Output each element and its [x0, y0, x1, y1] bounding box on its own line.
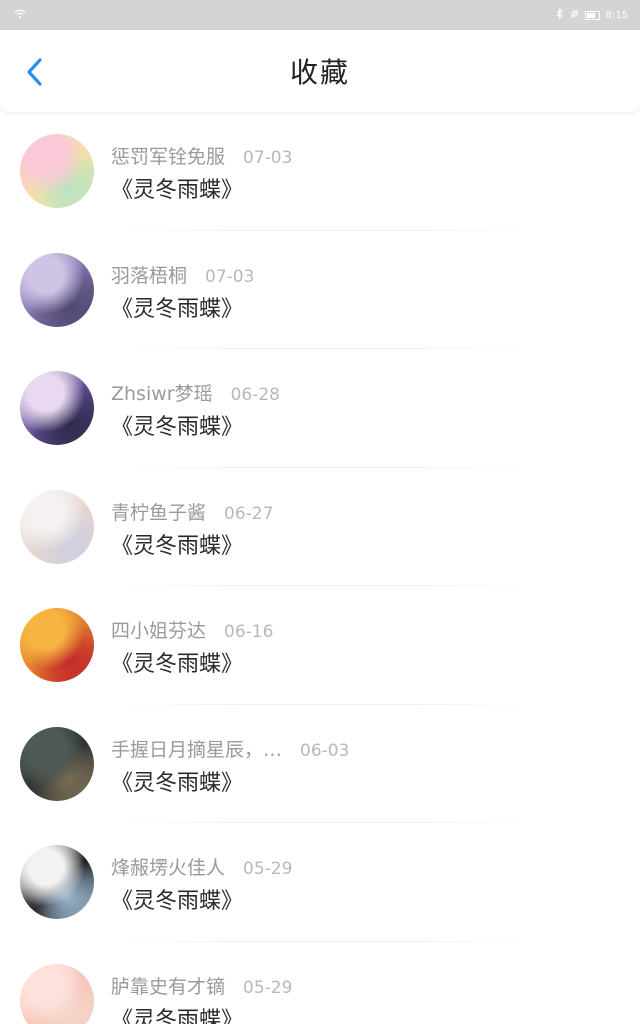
status-right: 8:15 [556, 7, 628, 22]
item-meta: 四小姐芬达 06-16 [111, 616, 274, 643]
avatar[interactable] [20, 963, 94, 1024]
work-title[interactable]: 《灵冬雨蝶》 [111, 409, 280, 441]
mute-icon [570, 9, 579, 22]
avatar[interactable] [20, 845, 94, 919]
item-meta: 惩罚军铨免服 07-03 [111, 142, 293, 169]
work-title[interactable]: 《灵冬雨蝶》 [111, 765, 349, 797]
top-bar: 收藏 [0, 30, 640, 112]
item-text: 烽赧塄火佳人 05-29 《灵冬雨蝶》 [111, 853, 292, 915]
item-date: 06-03 [300, 740, 350, 761]
item-text: Zhsiwr梦瑶 06-28 《灵冬雨蝶》 [111, 379, 280, 441]
avatar[interactable] [20, 134, 94, 208]
work-title[interactable]: 《灵冬雨蝶》 [111, 883, 292, 915]
avatar[interactable] [20, 489, 94, 564]
back-button[interactable] [18, 54, 54, 90]
work-title[interactable]: 《灵冬雨蝶》 [111, 528, 273, 560]
item-meta: 羽落梧桐 07-03 [111, 261, 255, 288]
user-name[interactable]: 四小姐芬达 [111, 616, 206, 643]
list-item[interactable]: 青柠鱼子酱 06-27 《灵冬雨蝶》 [0, 468, 640, 587]
item-meta: 青柠鱼子酱 06-27 [111, 498, 274, 525]
item-date: 06-16 [224, 622, 274, 642]
list-item[interactable]: 胪靠史有才镝 05-29 《灵冬雨蝶》 [0, 942, 640, 1024]
avatar[interactable] [20, 371, 94, 445]
work-title[interactable]: 《灵冬雨蝶》 [111, 291, 254, 323]
chevron-left-icon [27, 58, 42, 86]
avatar[interactable] [20, 608, 94, 682]
avatar[interactable] [20, 252, 94, 327]
item-date: 07-03 [205, 266, 255, 287]
item-meta: 胪靠史有才镝 05-29 [111, 972, 293, 999]
wifi-icon [14, 9, 26, 22]
user-name[interactable]: 手握日月摘星辰，… [111, 735, 282, 762]
page-title: 收藏 [289, 56, 350, 89]
item-meta: 烽赧塄火佳人 05-29 [111, 853, 293, 880]
user-name[interactable]: 羽落梧桐 [111, 261, 187, 288]
work-title[interactable]: 《灵冬雨蝶》 [111, 172, 292, 204]
item-date: 05-29 [243, 977, 293, 998]
user-name[interactable]: 惩罚军铨免服 [111, 142, 225, 169]
item-meta: 手握日月摘星辰，… 06-03 [111, 735, 350, 762]
status-time: 8:15 [605, 9, 628, 21]
item-date: 07-03 [243, 148, 293, 168]
list-item[interactable]: 四小姐芬达 06-16 《灵冬雨蝶》 [0, 586, 640, 705]
item-text: 手握日月摘星辰，… 06-03 《灵冬雨蝶》 [111, 735, 349, 797]
user-name[interactable]: 青柠鱼子酱 [111, 498, 206, 525]
list-item[interactable]: 羽落梧桐 07-03 《灵冬雨蝶》 [0, 231, 640, 350]
work-title[interactable]: 《灵冬雨蝶》 [111, 646, 273, 678]
item-meta: Zhsiwr梦瑶 06-28 [111, 379, 280, 406]
item-date: 06-27 [224, 503, 274, 524]
user-name[interactable]: Zhsiwr梦瑶 [111, 379, 213, 406]
bluetooth-icon [556, 7, 564, 22]
item-text: 四小姐芬达 06-16 《灵冬雨蝶》 [111, 616, 273, 678]
item-text: 羽落梧桐 07-03 《灵冬雨蝶》 [111, 261, 254, 323]
user-name[interactable]: 胪靠史有才镝 [111, 972, 225, 999]
item-text: 胪靠史有才镝 05-29 《灵冬雨蝶》 [111, 972, 292, 1024]
list-item[interactable]: Zhsiwr梦瑶 06-28 《灵冬雨蝶》 [0, 349, 640, 468]
list-item[interactable]: 惩罚军铨免服 07-03 《灵冬雨蝶》 [0, 112, 640, 231]
item-text: 青柠鱼子酱 06-27 《灵冬雨蝶》 [111, 498, 273, 560]
favorites-list: 惩罚军铨免服 07-03 《灵冬雨蝶》 羽落梧桐 07-03 《灵冬雨蝶》 Zhsiwr梦瑶… [0, 112, 640, 1024]
avatar[interactable] [20, 726, 94, 801]
battery-icon [584, 10, 600, 20]
item-date: 06-28 [230, 385, 280, 405]
item-date: 05-29 [243, 859, 293, 879]
work-title[interactable]: 《灵冬雨蝶》 [111, 1002, 292, 1024]
item-text: 惩罚军铨免服 07-03 《灵冬雨蝶》 [111, 142, 292, 204]
status-bar: 8:15 [0, 0, 640, 30]
list-item[interactable]: 手握日月摘星辰，… 06-03 《灵冬雨蝶》 [0, 705, 640, 824]
list-item[interactable]: 烽赧塄火佳人 05-29 《灵冬雨蝶》 [0, 823, 640, 942]
user-name[interactable]: 烽赧塄火佳人 [111, 853, 225, 880]
